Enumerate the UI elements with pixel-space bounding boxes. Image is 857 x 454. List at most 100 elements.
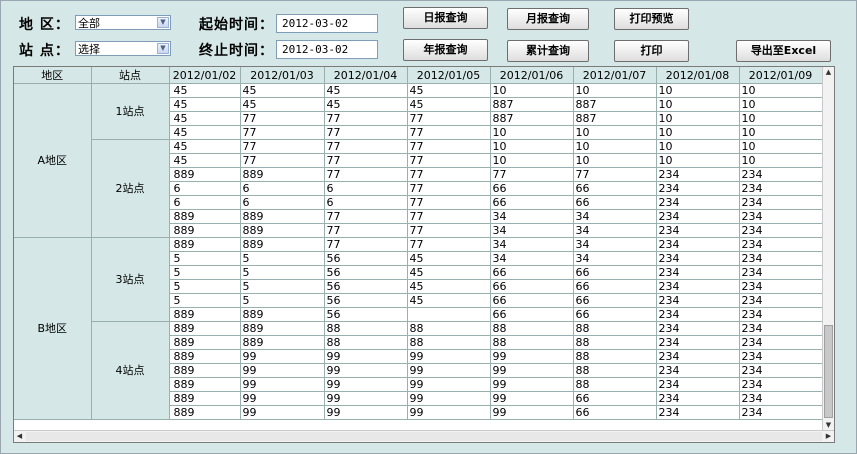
column-header[interactable]: 2012/01/03 — [240, 67, 325, 84]
table-cell[interactable]: 77 — [324, 111, 408, 126]
table-cell[interactable]: 5 — [169, 293, 241, 308]
table-cell[interactable]: 889 — [240, 307, 325, 322]
table-cell[interactable]: 234 — [739, 265, 823, 280]
table-cell[interactable]: 66 — [490, 279, 574, 294]
column-header[interactable]: 2012/01/08 — [656, 67, 740, 84]
table-cell[interactable]: 10 — [739, 139, 823, 154]
table-cell[interactable]: 45 — [169, 83, 241, 98]
table-cell[interactable]: 5 — [169, 265, 241, 280]
arrow-up-icon[interactable]: ▲ — [823, 67, 834, 78]
table-cell[interactable]: 88 — [573, 349, 657, 364]
table-cell[interactable]: 56 — [324, 293, 408, 308]
table-cell[interactable]: 10 — [573, 83, 657, 98]
table-cell[interactable]: 234 — [739, 237, 823, 252]
table-cell[interactable]: 887 — [573, 111, 657, 126]
table-cell[interactable]: 77 — [407, 223, 491, 238]
table-cell[interactable]: 99 — [324, 391, 408, 406]
table-cell[interactable]: 5 — [240, 265, 325, 280]
table-cell[interactable]: 10 — [573, 125, 657, 140]
table-cell[interactable]: 77 — [407, 181, 491, 196]
table-cell[interactable]: 66 — [573, 391, 657, 406]
table-cell[interactable]: 45 — [407, 97, 491, 112]
table-cell[interactable]: 889 — [169, 167, 241, 182]
table-cell[interactable]: 34 — [490, 237, 574, 252]
table-cell[interactable]: 10 — [573, 139, 657, 154]
table-cell[interactable]: 66 — [573, 405, 657, 420]
end-date-input[interactable]: 2012-03-02 — [276, 40, 378, 59]
table-row[interactable]: 2站点 45 77 77 77 10 10 10 10 — [14, 139, 823, 238]
table-cell[interactable]: 77 — [407, 111, 491, 126]
arrow-left-icon[interactable]: ◀ — [14, 431, 25, 442]
table-cell[interactable]: 234 — [739, 279, 823, 294]
table-cell[interactable]: 45 — [407, 83, 491, 98]
table-cell[interactable]: 34 — [490, 209, 574, 224]
table-cell[interactable]: 889 — [169, 391, 241, 406]
table-cell[interactable]: 45 — [407, 251, 491, 266]
column-header[interactable]: 2012/01/06 — [490, 67, 574, 84]
table-cell[interactable]: 99 — [240, 363, 325, 378]
table-cell[interactable]: 66 — [573, 195, 657, 210]
table-cell[interactable]: 77 — [324, 237, 408, 252]
table-cell[interactable]: 99 — [490, 405, 574, 420]
table-cell[interactable]: 56 — [324, 279, 408, 294]
table-cell[interactable]: 77 — [240, 125, 325, 140]
table-cell[interactable]: 66 — [573, 293, 657, 308]
table-cell[interactable]: 99 — [490, 349, 574, 364]
table-cell[interactable]: 889 — [169, 335, 241, 350]
table-cell[interactable]: 10 — [656, 97, 740, 112]
table-cell[interactable]: 234 — [739, 377, 823, 392]
table-cell[interactable]: 45 — [324, 97, 408, 112]
table-cell[interactable]: 99 — [240, 405, 325, 420]
table-cell[interactable]: 887 — [573, 97, 657, 112]
table-cell[interactable]: 77 — [407, 139, 491, 154]
table-cell[interactable]: 45 — [324, 83, 408, 98]
table-cell[interactable]: 887 — [490, 111, 574, 126]
table-cell[interactable]: 34 — [573, 237, 657, 252]
table-cell[interactable]: 77 — [407, 195, 491, 210]
table-cell[interactable]: 45 — [169, 111, 241, 126]
table-cell[interactable]: 45 — [407, 293, 491, 308]
table-cell[interactable]: 234 — [739, 167, 823, 182]
table-cell[interactable]: 99 — [324, 377, 408, 392]
table-cell[interactable]: 889 — [240, 321, 325, 336]
table-cell[interactable]: 77 — [324, 223, 408, 238]
table-cell[interactable]: 889 — [169, 363, 241, 378]
table-cell[interactable]: 6 — [324, 195, 408, 210]
horizontal-scrollbar[interactable]: ◀ ▶ — [14, 430, 834, 442]
arrow-right-icon[interactable]: ▶ — [823, 431, 834, 442]
column-header[interactable]: 2012/01/07 — [573, 67, 657, 84]
table-cell[interactable]: 99 — [240, 349, 325, 364]
table-cell[interactable]: 234 — [656, 223, 740, 238]
daily-query-button[interactable]: 日报查询 — [403, 7, 488, 29]
chevron-down-icon[interactable]: ▼ — [157, 17, 169, 28]
table-cell[interactable]: 45 — [169, 139, 241, 154]
vertical-scroll-thumb[interactable] — [824, 325, 833, 418]
column-header[interactable]: 站点 — [91, 67, 170, 84]
table-cell[interactable]: 88 — [324, 335, 408, 350]
table-cell[interactable]: 99 — [490, 377, 574, 392]
table-cell[interactable]: 34 — [490, 223, 574, 238]
table-cell[interactable]: 889 — [240, 167, 325, 182]
table-cell[interactable]: 234 — [656, 363, 740, 378]
table-cell[interactable]: 10 — [739, 97, 823, 112]
table-cell[interactable]: 45 — [169, 97, 241, 112]
table-cell[interactable]: 234 — [656, 209, 740, 224]
table-cell[interactable]: 10 — [490, 153, 574, 168]
table-cell[interactable]: 10 — [739, 125, 823, 140]
table-cell[interactable]: 45 — [407, 265, 491, 280]
table-cell[interactable]: 77 — [324, 139, 408, 154]
table-cell[interactable]: 66 — [573, 181, 657, 196]
table-cell[interactable]: 66 — [573, 279, 657, 294]
chevron-down-icon[interactable]: ▼ — [157, 43, 169, 54]
print-preview-button[interactable]: 打印预览 — [614, 8, 689, 30]
table-cell[interactable]: 10 — [656, 139, 740, 154]
table-cell[interactable]: 234 — [739, 209, 823, 224]
table-cell[interactable]: 99 — [490, 391, 574, 406]
table-cell[interactable]: 99 — [324, 405, 408, 420]
table-cell[interactable]: 77 — [407, 167, 491, 182]
table-cell[interactable]: 34 — [573, 223, 657, 238]
table-cell[interactable]: 77 — [240, 153, 325, 168]
table-cell[interactable]: 234 — [656, 391, 740, 406]
vertical-scrollbar[interactable]: ▲ ▼ — [822, 67, 834, 431]
table-cell[interactable]: 234 — [739, 349, 823, 364]
